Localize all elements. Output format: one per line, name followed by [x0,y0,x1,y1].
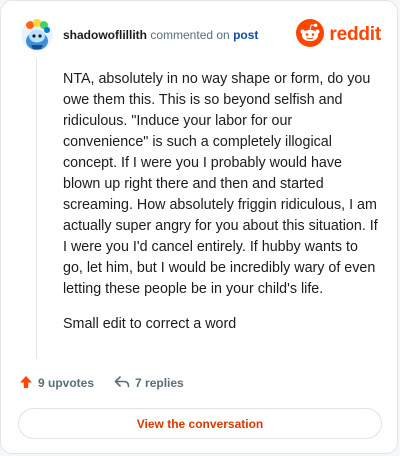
reply-arrow-icon [114,375,135,392]
upvote-arrow-icon [19,375,38,392]
comment-header: shadowoflillith commented on post reddit [17,17,381,53]
post-link[interactable]: post [233,28,258,42]
reddit-logo[interactable]: reddit [296,18,381,52]
comment-actions: 9 upvotes 7 replies [19,373,184,393]
upvotes-label: 9 upvotes [38,376,95,390]
replies-button[interactable]: 7 replies [114,375,184,392]
user-avatar-icon[interactable] [21,19,53,51]
comment-meta: shadowoflillith commented on post [63,27,258,43]
comment-paragraph: NTA, absolutely in no way shape or form,… [63,71,378,297]
upvotes-button[interactable]: 9 upvotes [19,375,94,392]
view-conversation-button[interactable]: View the conversation [18,408,382,439]
comment-embed-card: shadowoflillith commented on post reddit [0,0,398,454]
comment-paragraph: Small edit to correct a word [63,316,237,332]
action-text: commented on [150,28,230,42]
replies-label: 7 replies [135,376,184,390]
reddit-wordmark: reddit [329,24,381,45]
thread-line [36,59,37,359]
comment-body: NTA, absolutely in no way shape or form,… [63,69,381,349]
reddit-logo-icon [296,18,325,52]
username-link[interactable]: shadowoflillith [63,28,147,42]
